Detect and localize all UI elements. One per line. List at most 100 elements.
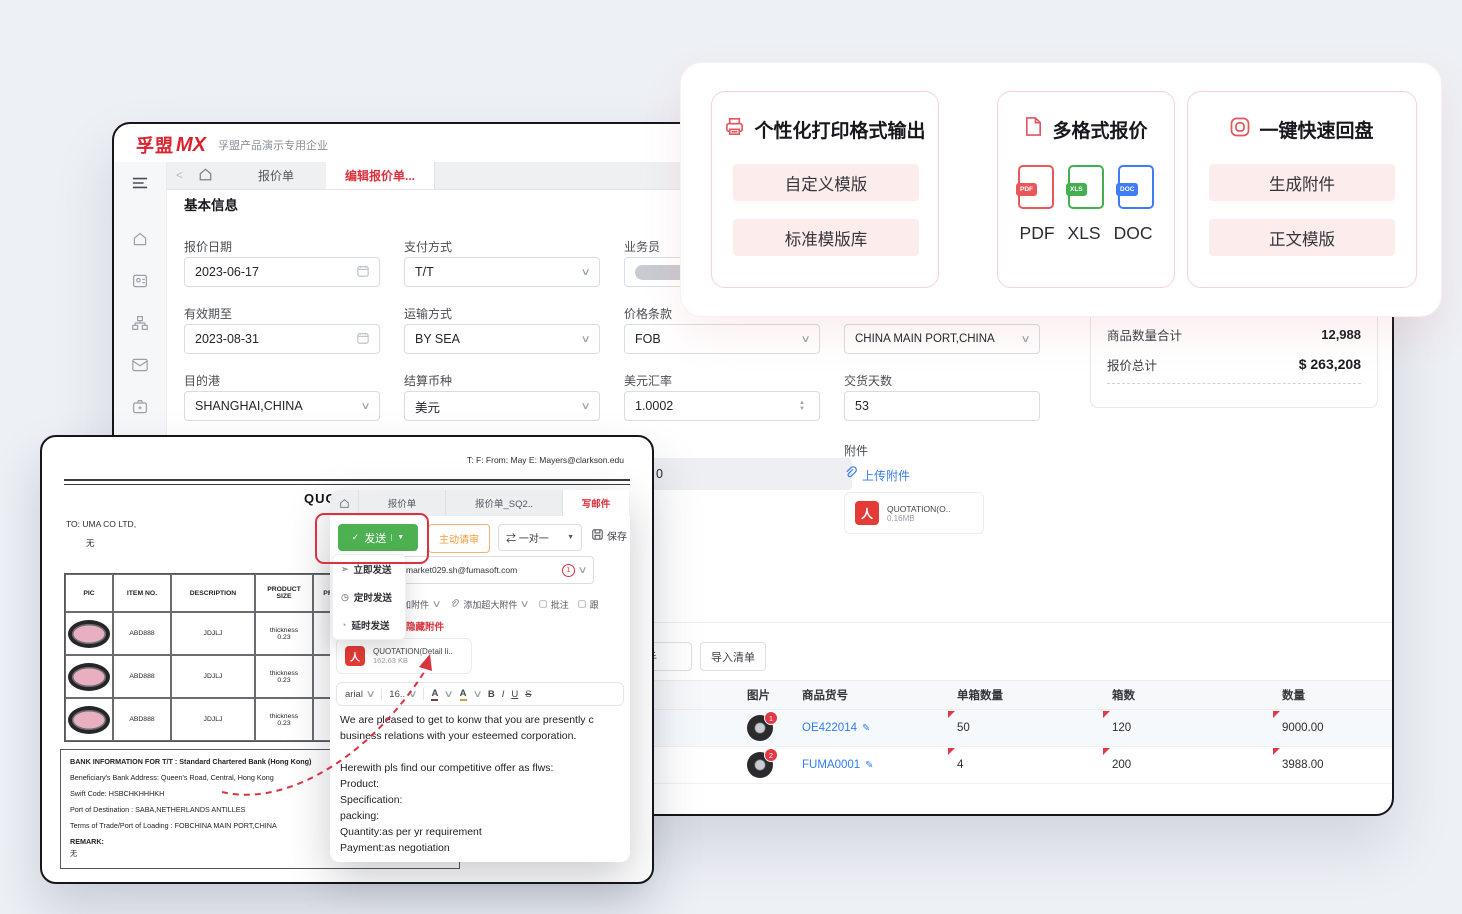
summary-total-row: 报价总计 $ 263,208 xyxy=(1091,349,1377,379)
follow-link[interactable]: 跟 xyxy=(590,598,599,611)
request-review-button[interactable]: 主动请审 xyxy=(428,524,490,553)
menu-icon[interactable] xyxy=(114,166,166,200)
highlight-color-button[interactable]: A xyxy=(460,688,467,701)
home-icon[interactable] xyxy=(198,167,213,187)
hide-attachment-link[interactable]: 隐藏附件 xyxy=(406,619,444,633)
underline-button[interactable]: U xyxy=(511,689,518,700)
attachments-label: 附件 xyxy=(844,442,868,459)
dest-port-select[interactable]: SHANGHAI,CHINA∨ xyxy=(184,391,380,421)
table-row[interactable]: 2 FUMA0001✎ 4 200 3988.00 xyxy=(650,747,1392,784)
doc-product-image xyxy=(68,663,110,691)
sidebar-contacts-icon[interactable] xyxy=(114,264,166,298)
edit-icon[interactable]: ✎ xyxy=(865,760,873,771)
readonly-amount-field: 0 xyxy=(624,458,852,490)
standard-template-button[interactable]: 标准模版库 xyxy=(733,219,919,256)
recipient-field[interactable]: market029.sh@fumasoft.com 1 ∨ xyxy=(398,556,594,584)
annotate-link[interactable]: 批注 xyxy=(551,598,569,611)
email-body[interactable]: We are pleased to get to konw that you a… xyxy=(340,712,622,856)
body-template-button[interactable]: 正文模版 xyxy=(1209,219,1395,256)
sidebar-orgchart-icon[interactable] xyxy=(114,306,166,340)
loading-port-select[interactable]: CHINA MAIN PORT,CHINA∨ xyxy=(844,324,1040,354)
cell-marker xyxy=(948,711,955,718)
add-large-attachment-link[interactable]: 添加超大附件 xyxy=(463,598,517,611)
xls-format-icon: XLS xyxy=(1068,165,1104,209)
font-size-select[interactable]: 16..∨ xyxy=(389,689,416,700)
number-spinner[interactable]: ▲▼ xyxy=(795,396,809,416)
edit-icon[interactable]: ✎ xyxy=(862,723,870,734)
chevron-down-icon: ∨ xyxy=(580,267,590,278)
printer-icon xyxy=(724,116,745,143)
currency-select[interactable]: 美元∨ xyxy=(404,391,600,421)
usd-rate-input[interactable]: 1.0002 ▲▼ xyxy=(624,391,820,421)
doc-from-line: T: F: From: May E: Mayers@clarkson.edu xyxy=(467,455,624,465)
paperclip-icon xyxy=(844,466,857,484)
currency-label: 结算币种 xyxy=(404,372,452,389)
menu-item-send-delayed[interactable]: ◔延时发送 xyxy=(333,611,405,639)
attach-actions-bar: 加附件∨ 添加超大附件∨ 批注 跟 xyxy=(402,598,599,611)
font-select[interactable]: arial∨ xyxy=(345,689,374,700)
add-attachment-link[interactable]: 加附件 xyxy=(402,598,429,611)
quote-date-field[interactable]: 2023-06-17 xyxy=(184,257,380,287)
quote-summary-box: 商品数量合计 12,988 报价总计 $ 263,208 xyxy=(1090,310,1378,408)
italic-button[interactable]: I xyxy=(502,689,505,700)
pdf-file-icon: 人 xyxy=(855,501,879,525)
product-table-header: 图片 商品货号 单箱数量 箱数 数量 xyxy=(650,681,1392,710)
price-terms-select[interactable]: FOB∨ xyxy=(624,324,820,354)
custom-template-button[interactable]: 自定义模版 xyxy=(733,164,919,201)
generate-attachment-button[interactable]: 生成附件 xyxy=(1209,164,1395,201)
email-compose-popup: 报价单 报价单_SQ2.. 写邮件 ✓ 发送 ▼ 主动请审 ⇄ 一对一 ▼ 保存… xyxy=(330,490,630,862)
delivery-days-label: 交货天数 xyxy=(844,372,892,389)
email-tab-compose[interactable]: 写邮件 xyxy=(563,490,629,516)
send-button[interactable]: ✓ 发送 ▼ xyxy=(338,524,418,551)
calendar-icon xyxy=(357,265,369,280)
doc-product-table: PIC ITEM NO. DESCRIPTION PRODUCT SIZE PR… xyxy=(64,573,372,742)
email-tabbar: 报价单 报价单_SQ2.. 写邮件 xyxy=(330,490,630,516)
menu-item-send-now[interactable]: ➣立即发送 xyxy=(333,555,405,583)
sidebar-mail-icon[interactable] xyxy=(114,348,166,382)
send-dropdown-arrow[interactable]: ▼ xyxy=(391,534,404,541)
product-table: 图片 商品货号 单箱数量 箱数 数量 1 OE422014✎ 50 120 90… xyxy=(650,680,1392,784)
dest-port-label: 目的港 xyxy=(184,372,220,389)
mode-select[interactable]: ⇄ 一对一 ▼ xyxy=(498,524,582,551)
delivery-days-input[interactable]: 53 xyxy=(844,391,1040,421)
feature-panel: 个性化打印格式输出 自定义模版 标准模版库 多格式报价 PDF XLS DOC … xyxy=(680,62,1442,317)
email-attachment-card[interactable]: 人 QUOTATION(Detail li.. 162.63 KB xyxy=(336,638,472,674)
doc-product-image xyxy=(68,620,110,648)
tab-quote-list[interactable]: 报价单 xyxy=(226,162,327,189)
payment-select[interactable]: T/T∨ xyxy=(404,257,600,287)
valid-until-field[interactable]: 2023-08-31 xyxy=(184,324,380,354)
menu-item-send-scheduled[interactable]: ◷定时发送 xyxy=(333,583,405,611)
product-code-link[interactable]: OE422014 xyxy=(802,722,857,734)
quotation-attachment-card[interactable]: 人 QUOTATION(O.. 0.16MB xyxy=(844,492,984,534)
table-row[interactable]: 1 OE422014✎ 50 120 9000.00 xyxy=(650,710,1392,747)
recipient-count-badge: 1 xyxy=(562,564,575,577)
paperclip-icon xyxy=(450,599,459,610)
timer-icon: ◔ xyxy=(341,620,346,630)
doc-to-line: TO: UMA CO LTD, xyxy=(66,519,136,529)
cell-marker xyxy=(948,748,955,755)
doc-product-image xyxy=(68,706,110,734)
email-tab-quote[interactable]: 报价单 xyxy=(359,490,446,516)
tab-edit-quote[interactable]: 编辑报价单... xyxy=(326,162,435,189)
sidebar-home-icon[interactable] xyxy=(114,222,166,256)
page: 孚盟MX 孚盟产品演示专用企业 < 报价单 编辑报价单... 基本信息 报价日期… xyxy=(0,0,1462,914)
upload-attachment-link[interactable]: 上传附件 xyxy=(844,466,910,484)
company-name: 孚盟产品演示专用企业 xyxy=(218,137,328,153)
check-icon: ✓ xyxy=(352,532,360,543)
doc-format-icon: DOC xyxy=(1118,165,1154,209)
save-button[interactable]: 保存 xyxy=(592,528,627,543)
transport-select[interactable]: BY SEA∨ xyxy=(404,324,600,354)
strike-button[interactable]: S xyxy=(525,689,531,700)
back-chevron-icon[interactable]: < xyxy=(176,168,183,182)
email-tab-quote-sq2[interactable]: 报价单_SQ2.. xyxy=(446,490,563,516)
product-code-link[interactable]: FUMA0001 xyxy=(802,759,860,771)
text-color-button[interactable]: A xyxy=(431,688,438,701)
email-tab-home[interactable] xyxy=(330,490,359,516)
feature-card-print: 个性化打印格式输出 自定义模版 标准模版库 xyxy=(711,91,939,288)
bold-button[interactable]: B xyxy=(488,689,495,700)
chevron-down-icon: ∨ xyxy=(580,401,590,412)
import-list-button[interactable]: 导入清单 xyxy=(700,642,766,671)
sidebar-package-icon[interactable] xyxy=(114,390,166,424)
save-icon xyxy=(592,529,603,543)
chevron-down-icon: ∨ xyxy=(580,334,590,345)
